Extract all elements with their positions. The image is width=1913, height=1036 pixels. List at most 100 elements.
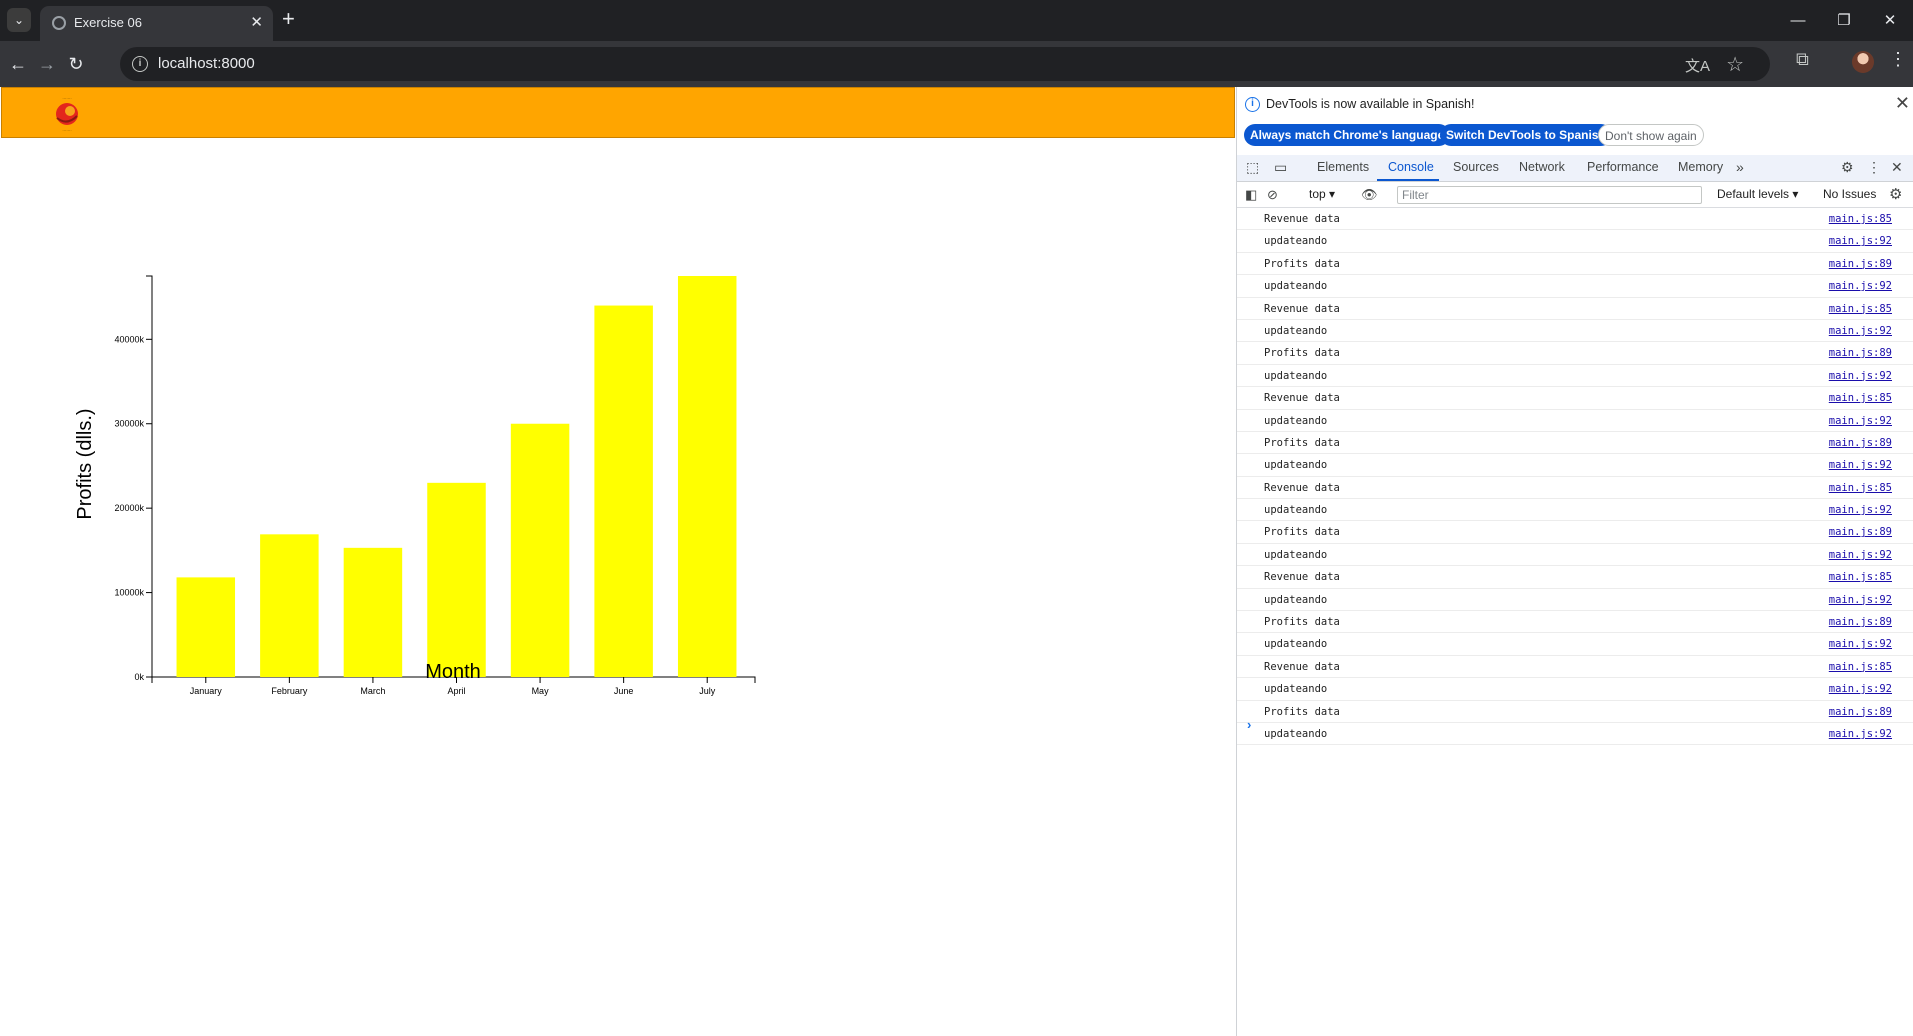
extensions-icon[interactable]: ⧉ [1796,49,1809,70]
live-expression-eye-icon[interactable]: 👁 [1361,187,1378,203]
page-viewport: ······· ······· 0k 10000k 20000k 30000k 4000… [0,87,1236,1036]
log-source-link[interactable]: main.js:85 [1829,661,1892,673]
console-settings-icon[interactable]: ⚙ [1889,185,1902,203]
forward-icon[interactable]: → [33,50,61,78]
log-source-link[interactable]: main.js:92 [1829,459,1892,471]
restore-icon[interactable]: ❐ [1821,0,1867,41]
log-message: updateando [1264,638,1328,651]
address-bar[interactable]: i localhost:8000 文A ☆ [120,47,1770,81]
log-source-link[interactable]: main.js:92 [1829,235,1892,247]
translate-icon[interactable]: 文A [1685,55,1710,76]
console-log-row: updateando main.js:92 [1237,544,1913,567]
close-tab-icon[interactable]: ✕ [250,13,263,31]
log-source-link[interactable]: main.js:92 [1829,325,1892,337]
log-source-link[interactable]: main.js:85 [1829,482,1892,494]
console-log-row: Revenue data main.js:85 [1237,477,1913,500]
more-options-icon[interactable]: ⋮ [1867,159,1881,176]
tab-performance[interactable]: Performance [1587,160,1659,174]
log-source-link[interactable]: main.js:85 [1829,213,1892,225]
log-message: Revenue data [1264,571,1340,584]
console-log-row: Profits data main.js:89 [1237,342,1913,365]
reload-icon[interactable]: ↻ [62,50,90,78]
console-log-row: updateando main.js:92 [1237,499,1913,522]
console-log-row: updateando main.js:92 [1237,275,1913,298]
x-tick-label: July [699,686,716,696]
log-message: Revenue data [1264,660,1340,673]
switch-language-button[interactable]: Switch DevTools to Spanish [1440,124,1612,146]
log-levels-selector[interactable]: Default levels ▾ [1717,187,1798,201]
log-source-link[interactable]: main.js:92 [1829,728,1892,740]
log-source-link[interactable]: main.js:85 [1829,392,1892,404]
site-info-icon[interactable]: i [132,56,148,72]
url-text[interactable]: localhost:8000 [158,55,255,72]
log-source-link[interactable]: main.js:89 [1829,437,1892,449]
console-log-row: Revenue data main.js:85 [1237,656,1913,679]
devtools-tabs: ⬚ ▭ Elements Console Sources Network Per… [1237,155,1913,182]
tab-network[interactable]: Network [1519,160,1565,174]
tab-elements[interactable]: Elements [1317,160,1369,174]
log-source-link[interactable]: main.js:92 [1829,549,1892,561]
console-log-row: Profits data main.js:89 [1237,253,1913,276]
dont-show-again-button[interactable]: Don't show again [1598,124,1704,146]
bar-april [427,482,486,677]
profile-avatar[interactable] [1852,51,1874,73]
tab-sources[interactable]: Sources [1453,160,1499,174]
inspect-element-icon[interactable]: ⬚ [1246,159,1259,176]
console-log-row: Revenue data main.js:85 [1237,208,1913,231]
console-log-row: Revenue data main.js:85 [1237,566,1913,589]
bar-july [677,276,737,677]
log-message: Profits data [1264,705,1340,718]
console-log-row: Revenue data main.js:85 [1237,387,1913,410]
new-tab-icon[interactable]: + [282,7,295,31]
log-source-link[interactable]: main.js:89 [1829,526,1892,538]
tab-memory[interactable]: Memory [1678,160,1723,174]
tab-console[interactable]: Console [1388,160,1434,174]
globe-icon [52,16,66,30]
menu-icon[interactable]: ⋮ [1889,49,1907,70]
log-source-link[interactable]: main.js:89 [1829,616,1892,628]
log-source-link[interactable]: main.js:92 [1829,370,1892,382]
active-tab-indicator [1377,179,1439,181]
console-log-row: Profits data main.js:89 [1237,611,1913,634]
log-source-link[interactable]: main.js:92 [1829,683,1892,695]
close-devtools-icon[interactable]: ✕ [1891,159,1903,176]
console-prompt-icon[interactable]: › [1247,717,1251,732]
log-source-link[interactable]: main.js:89 [1829,706,1892,718]
info-icon: i [1245,97,1260,112]
log-message: updateando [1264,369,1328,382]
settings-gear-icon[interactable]: ⚙ [1841,159,1854,176]
back-icon[interactable]: ← [4,50,32,78]
y-axis-line [146,275,153,678]
x-axis-label: Month [425,661,481,683]
bar-january [176,577,236,677]
match-language-button[interactable]: Always match Chrome's language [1244,124,1451,146]
log-message: updateando [1264,548,1328,561]
console-log-row: updateando main.js:92 [1237,410,1913,432]
log-source-link[interactable]: main.js:92 [1829,415,1892,427]
issues-counter[interactable]: No Issues [1823,187,1876,201]
device-toolbar-icon[interactable]: ▭ [1274,159,1287,176]
close-window-icon[interactable]: ✕ [1867,0,1913,41]
tab-search-icon[interactable]: ⌄ [7,8,31,32]
sidebar-toggle-icon[interactable]: ◧ [1245,187,1257,203]
context-selector[interactable]: top ▾ [1309,187,1335,201]
log-source-link[interactable]: main.js:89 [1829,347,1892,359]
log-source-link[interactable]: main.js:85 [1829,571,1892,583]
log-source-link[interactable]: main.js:92 [1829,638,1892,650]
clear-console-icon[interactable]: ⊘ [1267,187,1278,203]
minimize-icon[interactable]: — [1775,0,1821,41]
log-source-link[interactable]: main.js:92 [1829,504,1892,516]
more-tabs-icon[interactable]: » [1736,159,1744,175]
log-source-link[interactable]: main.js:89 [1829,258,1892,270]
browser-tab[interactable]: Exercise 06 ✕ [40,6,273,41]
console-log-row: updateando main.js:92 [1237,230,1913,253]
bar-may [510,423,570,677]
bookmark-star-icon[interactable]: ☆ [1726,52,1744,77]
log-source-link[interactable]: main.js:92 [1829,280,1892,292]
log-source-link[interactable]: main.js:92 [1829,594,1892,606]
console-filter-input[interactable] [1397,186,1702,204]
close-infobar-icon[interactable]: ✕ [1895,93,1910,114]
language-infobar: i DevTools is now available in Spanish! … [1237,87,1913,155]
log-source-link[interactable]: main.js:85 [1829,303,1892,315]
console-log-row: updateando main.js:92 [1237,454,1913,477]
